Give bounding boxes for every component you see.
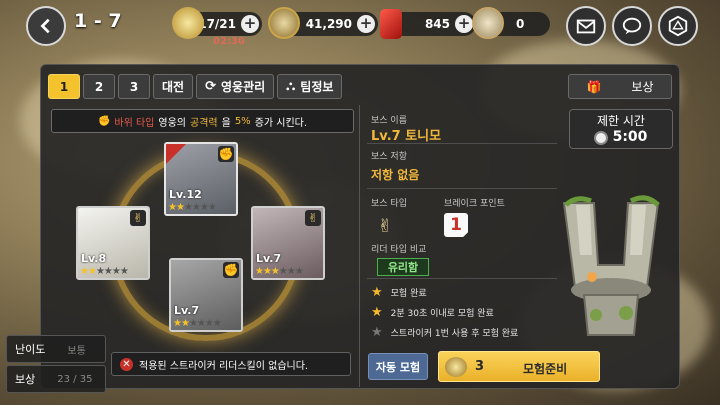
mail-icon — [576, 19, 596, 34]
top-bar: 1 - 7 17/21 + 02:30 41,290 + 845 + 0 — [0, 0, 720, 50]
star-icon: ★ — [371, 324, 383, 340]
mail-button[interactable] — [566, 6, 606, 46]
add-keys-button[interactable]: + — [241, 15, 259, 33]
chat-bubble-icon — [622, 17, 642, 35]
key-icon — [445, 357, 467, 377]
rock-type-icon: ✊ — [223, 262, 239, 278]
leader-skill-notice: ✕ 적용된 스트라이커 리더스킬이 없습니다. — [111, 352, 351, 376]
gift-icon: 🎁 — [586, 79, 602, 94]
tab-team-info[interactable]: ⛬ 팀정보 — [277, 74, 343, 99]
hero-stars: ★★★★★★ — [255, 266, 304, 277]
hero-stars: ★★★★★★ — [80, 266, 129, 277]
tab-team-3[interactable]: 3 — [118, 74, 150, 99]
team-tabs: 1 2 3 대전 ⟳ 영웅관리 ⛬ 팀정보 — [48, 74, 343, 99]
rock-type-icon: ✊ — [218, 146, 234, 162]
key-counter: 17/21 + — [172, 7, 262, 39]
scissors-type-icon: ✌ — [305, 210, 321, 226]
boss-resist: 저항 없음 — [371, 168, 420, 182]
gold-coin-icon — [268, 7, 300, 39]
prepare-label: 모험준비 — [523, 362, 568, 376]
star-icon: ★ — [371, 284, 383, 300]
medal-icon — [472, 7, 504, 39]
add-gems-button[interactable]: + — [455, 15, 473, 33]
divider — [367, 278, 557, 279]
hero-level: Lv.7 — [174, 304, 200, 317]
hero-level: Lv.8 — [81, 252, 107, 265]
ruby-icon — [380, 9, 402, 39]
boss-name: Lv.7 토니모 — [371, 129, 442, 144]
stage-title: 1 - 7 — [74, 10, 122, 32]
mission-item: ★ 모험 완료 — [371, 284, 427, 300]
tab-hero-management[interactable]: ⟳ 영웅관리 — [196, 74, 275, 99]
close-circle-icon: ✕ — [120, 357, 133, 371]
gold-amount: 41,290 — [305, 17, 352, 31]
time-limit-box: 제한 시간 5:00 — [569, 109, 673, 149]
boss-totem-image — [562, 195, 660, 336]
break-point-value: 1 — [444, 213, 468, 237]
boss-type-label: 보스 타입 — [371, 199, 407, 209]
dice-button[interactable] — [658, 6, 698, 46]
stage-panel: 1 2 3 대전 ⟳ 영웅관리 ⛬ 팀정보 🎁 보상 ✊ 바위 타입 영웅의 공격력 을… — [40, 64, 680, 389]
time-limit-label: 제한 시간 — [597, 114, 645, 128]
advantage-badge: 유리함 — [377, 258, 429, 276]
reward-progress[interactable]: 보상 23 / 35 — [6, 365, 106, 393]
tab-battle[interactable]: 대전 — [153, 74, 194, 99]
key-icon — [172, 7, 204, 39]
divider — [367, 188, 557, 189]
boss-resist-label: 보스 저항 — [371, 152, 407, 162]
gem-amount: 845 — [424, 17, 450, 31]
hero-level: Lv.12 — [169, 188, 202, 201]
break-point-label: 브레이크 포인트 — [444, 199, 505, 209]
prepare-adventure-button[interactable]: 3 모험준비 — [438, 351, 600, 382]
star-icon: ★ — [371, 304, 383, 320]
refresh-icon: ⟳ — [205, 79, 216, 94]
leader-compare-label: 리더 타입 비교 — [371, 245, 427, 255]
time-limit-value: 5:00 — [612, 129, 648, 145]
auto-adventure-button[interactable]: 자동 모험 — [368, 353, 428, 380]
mission-item: ★ 2분 30초 이내로 모험 완료 — [371, 304, 494, 320]
hero-slot-leader[interactable]: ✊ Lv.12 ★★★★★★ — [164, 142, 238, 216]
gold-counter: 41,290 + — [268, 7, 378, 39]
hero-stars: ★★★★★★ — [168, 202, 217, 213]
fist-icon: ✊ — [97, 115, 111, 127]
difficulty-selector[interactable]: 난이도 보통 — [6, 335, 106, 363]
reward-button[interactable]: 🎁 보상 — [568, 74, 672, 99]
medal-amount: 0 — [516, 17, 525, 31]
panel-divider — [359, 105, 360, 387]
gem-counter: 845 + — [380, 9, 476, 39]
chevron-left-icon — [40, 18, 50, 34]
hero-slot-right[interactable]: ✌ Lv.7 ★★★★★★ — [251, 206, 325, 280]
tab-team-2[interactable]: 2 — [83, 74, 115, 99]
tab-team-1[interactable]: 1 — [48, 74, 80, 99]
key-timer: 02:30 — [213, 36, 245, 47]
hero-stars: ★★★★★★ — [173, 318, 222, 329]
network-icon: ⛬ — [286, 79, 296, 94]
d20-dice-icon — [668, 15, 688, 37]
hero-slot-left[interactable]: ✌ Lv.8 ★★★★★★ — [76, 206, 150, 280]
hero-slot-bottom[interactable]: ✊ Lv.7 ★★★★★★ — [169, 258, 243, 332]
add-gold-button[interactable]: + — [357, 15, 375, 33]
scissors-type-icon: ✌ — [130, 210, 146, 226]
hero-level: Lv.7 — [256, 252, 282, 265]
medal-counter: 0 — [472, 7, 550, 39]
leader-buff-info: ✊ 바위 타입 영웅의 공격력 을 5% 증가 시킨다. — [51, 109, 354, 133]
divider — [367, 143, 557, 144]
back-button[interactable] — [26, 6, 66, 46]
leader-badge — [166, 144, 186, 164]
chat-button[interactable] — [612, 6, 652, 46]
mission-item: ★ 스트라이커 1번 사용 후 모험 완료 — [371, 324, 519, 340]
scissors-type-icon: ✌ — [377, 216, 393, 237]
key-cost: 3 — [475, 359, 485, 374]
